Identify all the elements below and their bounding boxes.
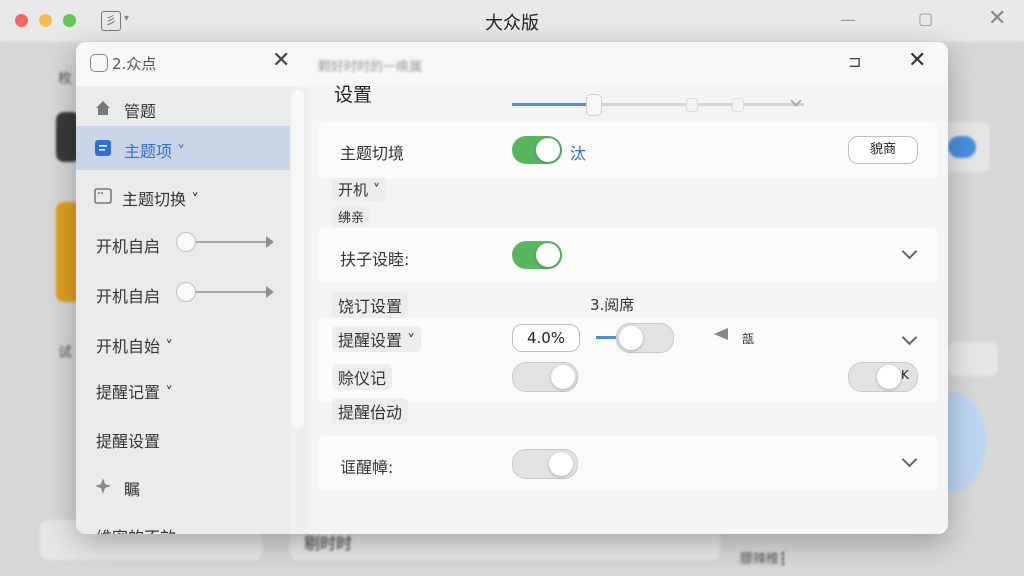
boot-pill[interactable]: 开机 ˅ bbox=[332, 178, 387, 201]
settings-dialog: 2.众点 ✕ 管题 主题项 ˅ 主题切换 ˅ 开机自启 开机自启 开机自始 ˅ … bbox=[76, 42, 948, 534]
lamp-pill[interactable]: 饶订设置 bbox=[332, 292, 409, 318]
slider-tick bbox=[686, 98, 698, 112]
sidebar-item-label: 开机自始 ˅ bbox=[96, 337, 174, 356]
bg-side-label: 枚 bbox=[58, 71, 72, 87]
app-title: 大众版 bbox=[485, 13, 539, 34]
reminder-start-pill[interactable]: 提醒佁动 bbox=[332, 398, 409, 424]
main-header-title: 颗好时时的一唤属 bbox=[318, 60, 423, 75]
instrument-label[interactable]: 赊仪记 bbox=[332, 364, 393, 390]
main-header: 颗好时时的一唤属 ⊐ ✕ bbox=[308, 42, 948, 84]
sidebar-item-label: 管题 bbox=[124, 102, 157, 121]
sidebar-item-label: 提醒记置 ˅ bbox=[96, 383, 174, 402]
sidebar-item-sparkle[interactable]: 瞩 bbox=[76, 464, 290, 508]
sidebar-item-autostart[interactable]: 开机自启 bbox=[76, 221, 290, 265]
reminder-card: 提醒设置 ˅ 4.0% 瓿 赊仪记 K bbox=[318, 318, 938, 402]
sidebar-item-reminder-settings[interactable]: 提醒设置 bbox=[76, 416, 290, 460]
chevron-down-icon[interactable] bbox=[901, 329, 918, 346]
sparkle-icon bbox=[95, 478, 111, 494]
sidebar-item-theme-switch[interactable]: 主题切换 ˅ bbox=[76, 174, 290, 218]
sidebar-item-label: 主题项 ˅ bbox=[124, 142, 186, 161]
slider-tick bbox=[732, 98, 744, 112]
instrument-key-text: K bbox=[901, 368, 909, 382]
theme-button[interactable]: 貌商 bbox=[848, 136, 918, 164]
theme-toggle[interactable] bbox=[512, 136, 562, 164]
bg-right-panel bbox=[948, 342, 998, 376]
chevron-down-icon[interactable] bbox=[901, 243, 918, 260]
sidebar-item-label: 瞩 bbox=[124, 480, 141, 499]
app-close-icon[interactable]: ✕ bbox=[988, 6, 1006, 31]
sidebar-item-home[interactable]: 管题 bbox=[76, 86, 290, 130]
volume-text: 瓿 bbox=[742, 332, 755, 346]
autostart-slider[interactable] bbox=[176, 232, 274, 252]
sidebar-item-label: 开机自启 bbox=[96, 237, 161, 256]
sidebar-item-label: 主题切换 ˅ bbox=[122, 190, 200, 209]
lamp-value: 3.阅席 bbox=[590, 296, 635, 314]
chevron-down-icon bbox=[790, 95, 802, 107]
theme-label: 主题切境 bbox=[340, 144, 405, 163]
arrow-right-icon bbox=[266, 236, 274, 248]
page-title: 设置 bbox=[334, 84, 373, 106]
chevron-down-icon[interactable] bbox=[901, 451, 918, 468]
dialog-sidebar: 2.众点 ✕ 管题 主题项 ˅ 主题切换 ˅ 开机自启 开机自启 开机自始 ˅ … bbox=[76, 42, 308, 534]
child-card: 扶子设睦: bbox=[318, 228, 938, 282]
window-icon bbox=[94, 188, 112, 204]
volume-icon[interactable] bbox=[714, 328, 728, 340]
top-slider[interactable] bbox=[512, 94, 804, 116]
sidebar-item-label: 开机自启 bbox=[96, 287, 161, 306]
reminder-bell-label: 诓醒幛: bbox=[340, 458, 394, 477]
sidebar-item-autostart-2[interactable]: 开机自启 bbox=[76, 271, 290, 315]
sidebar-close-icon[interactable]: ✕ bbox=[272, 48, 290, 73]
instrument-key-toggle[interactable]: K bbox=[848, 362, 918, 392]
sidebar-list: 管题 主题项 ˅ 主题切换 ˅ 开机自启 开机自启 开机自始 ˅ 提醒记置 ˅ … bbox=[76, 86, 290, 534]
bg-side-label: 试 bbox=[58, 345, 72, 361]
child-toggle[interactable] bbox=[512, 241, 562, 269]
list-icon bbox=[95, 140, 111, 156]
sidebar-item-label: 提醒设置 bbox=[96, 432, 161, 451]
chat-icon bbox=[90, 54, 108, 72]
reminder-slider[interactable] bbox=[616, 323, 674, 353]
theme-toggle-text: 汰 bbox=[570, 144, 587, 163]
sidebar-item-autostart-mode[interactable]: 开机自始 ˅ bbox=[76, 321, 290, 365]
sidebar-item-label: 维密的不效 bbox=[96, 524, 176, 534]
reminder-bell-toggle[interactable] bbox=[512, 449, 578, 479]
sidebar-item-reminder-record[interactable]: 提醒记置 ˅ bbox=[76, 367, 290, 411]
maximize-icon[interactable]: ▢ bbox=[918, 9, 933, 28]
app-titlebar: 彡 ▾ 大众版 — ▢ ✕ bbox=[0, 0, 1024, 42]
end-pill[interactable]: 绋亲 bbox=[332, 206, 371, 227]
sidebar-scrollbar[interactable] bbox=[292, 90, 304, 428]
dialog-close-icon[interactable]: ✕ bbox=[908, 48, 926, 73]
reminder-label[interactable]: 提醒设置 ˅ bbox=[332, 326, 422, 352]
minimize-icon[interactable]: — bbox=[840, 10, 856, 29]
autostart-slider[interactable] bbox=[176, 282, 274, 302]
restore-icon[interactable]: ⊐ bbox=[848, 52, 861, 71]
arrow-right-icon bbox=[266, 286, 274, 298]
dialog-main: 颗好时时的一唤属 ⊐ ✕ 设置 主题切境 汰 貌商 开机 ˅ 绋亲 扶子设睦: … bbox=[308, 42, 948, 534]
sidebar-header: 2.众点 ✕ bbox=[76, 42, 308, 86]
bg-footer-right: 膘辣椎┇ bbox=[740, 552, 787, 567]
instrument-toggle[interactable] bbox=[512, 362, 578, 392]
sidebar-item-more[interactable]: 维密的不效 bbox=[76, 512, 290, 534]
sidebar-item-theme[interactable]: 主题项 ˅ bbox=[76, 126, 290, 170]
reminder-slider-fill bbox=[596, 336, 616, 339]
child-label: 扶子设睦: bbox=[340, 250, 410, 269]
reminder-bell-card: 诓醒幛: bbox=[318, 436, 938, 490]
reminder-input[interactable]: 4.0% bbox=[512, 324, 580, 352]
theme-card: 主题切境 汰 貌商 bbox=[318, 122, 938, 178]
slider-thumb[interactable] bbox=[586, 94, 602, 116]
home-icon bbox=[96, 101, 110, 115]
sidebar-title: 2.众点 bbox=[112, 55, 157, 73]
